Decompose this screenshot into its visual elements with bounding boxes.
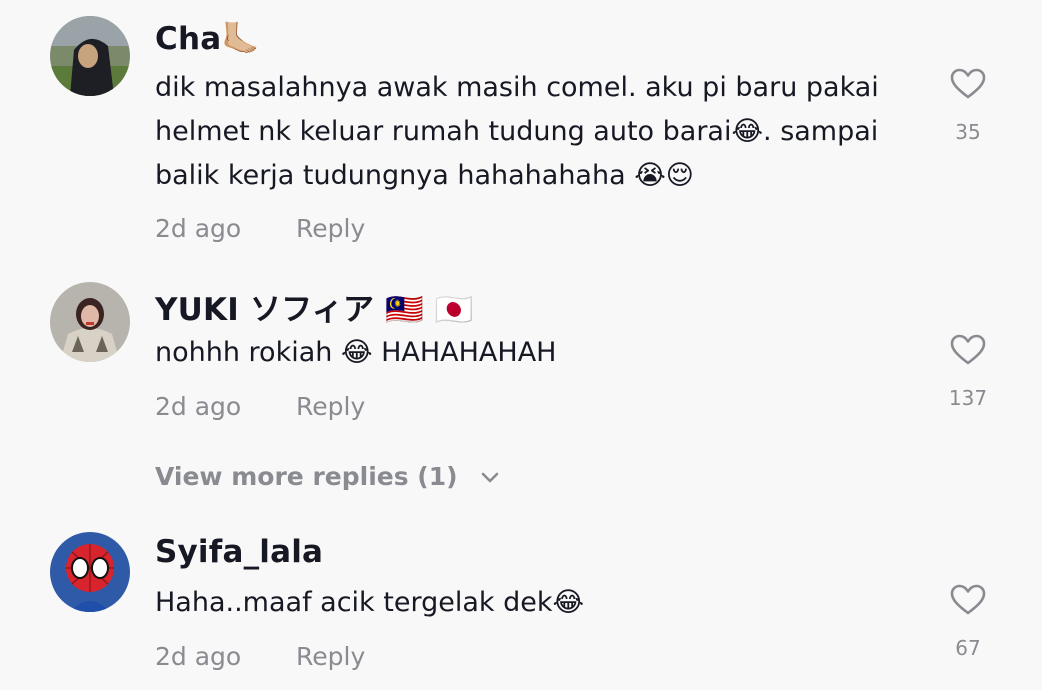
avatar[interactable]: [50, 532, 130, 612]
heart-icon[interactable]: [950, 334, 986, 366]
comment-text: nohhh rokiah 😂 HAHAHAHAH: [155, 337, 557, 368]
heart-icon[interactable]: [950, 68, 986, 100]
reply-button[interactable]: Reply: [296, 214, 365, 243]
like-button[interactable]: 137: [945, 334, 991, 410]
like-button[interactable]: 67: [945, 584, 991, 660]
reply-button[interactable]: Reply: [296, 642, 365, 671]
comment-username[interactable]: YUKI ソフィア 🇲🇾 🇯🇵: [155, 284, 474, 329]
view-more-label: View more replies (1): [155, 462, 458, 491]
comment-username[interactable]: Syifa_lala: [155, 534, 323, 570]
comment-meta: 2d ago Reply: [155, 214, 365, 243]
comment-meta: 2d ago Reply: [155, 392, 365, 421]
reply-button[interactable]: Reply: [296, 392, 365, 421]
like-count: 67: [955, 636, 981, 660]
heart-icon[interactable]: [950, 584, 986, 616]
comment-text: dik masalahnya awak masih comel. aku pi …: [155, 72, 879, 191]
comment-time: 2d ago: [155, 392, 242, 421]
view-more-replies-button[interactable]: View more replies (1): [155, 462, 500, 491]
like-button[interactable]: 35: [945, 68, 991, 144]
avatar[interactable]: [50, 16, 130, 96]
chevron-down-icon: [481, 472, 499, 483]
like-count: 137: [948, 386, 988, 410]
avatar[interactable]: [50, 282, 130, 362]
comment-time: 2d ago: [155, 214, 242, 243]
comment-text: Haha..maaf acik tergelak dek😂: [155, 587, 585, 618]
comment-username[interactable]: Cha🦶🏼: [155, 20, 260, 57]
comment-time: 2d ago: [155, 642, 242, 671]
comment-meta: 2d ago Reply: [155, 642, 365, 671]
like-count: 35: [955, 120, 981, 144]
